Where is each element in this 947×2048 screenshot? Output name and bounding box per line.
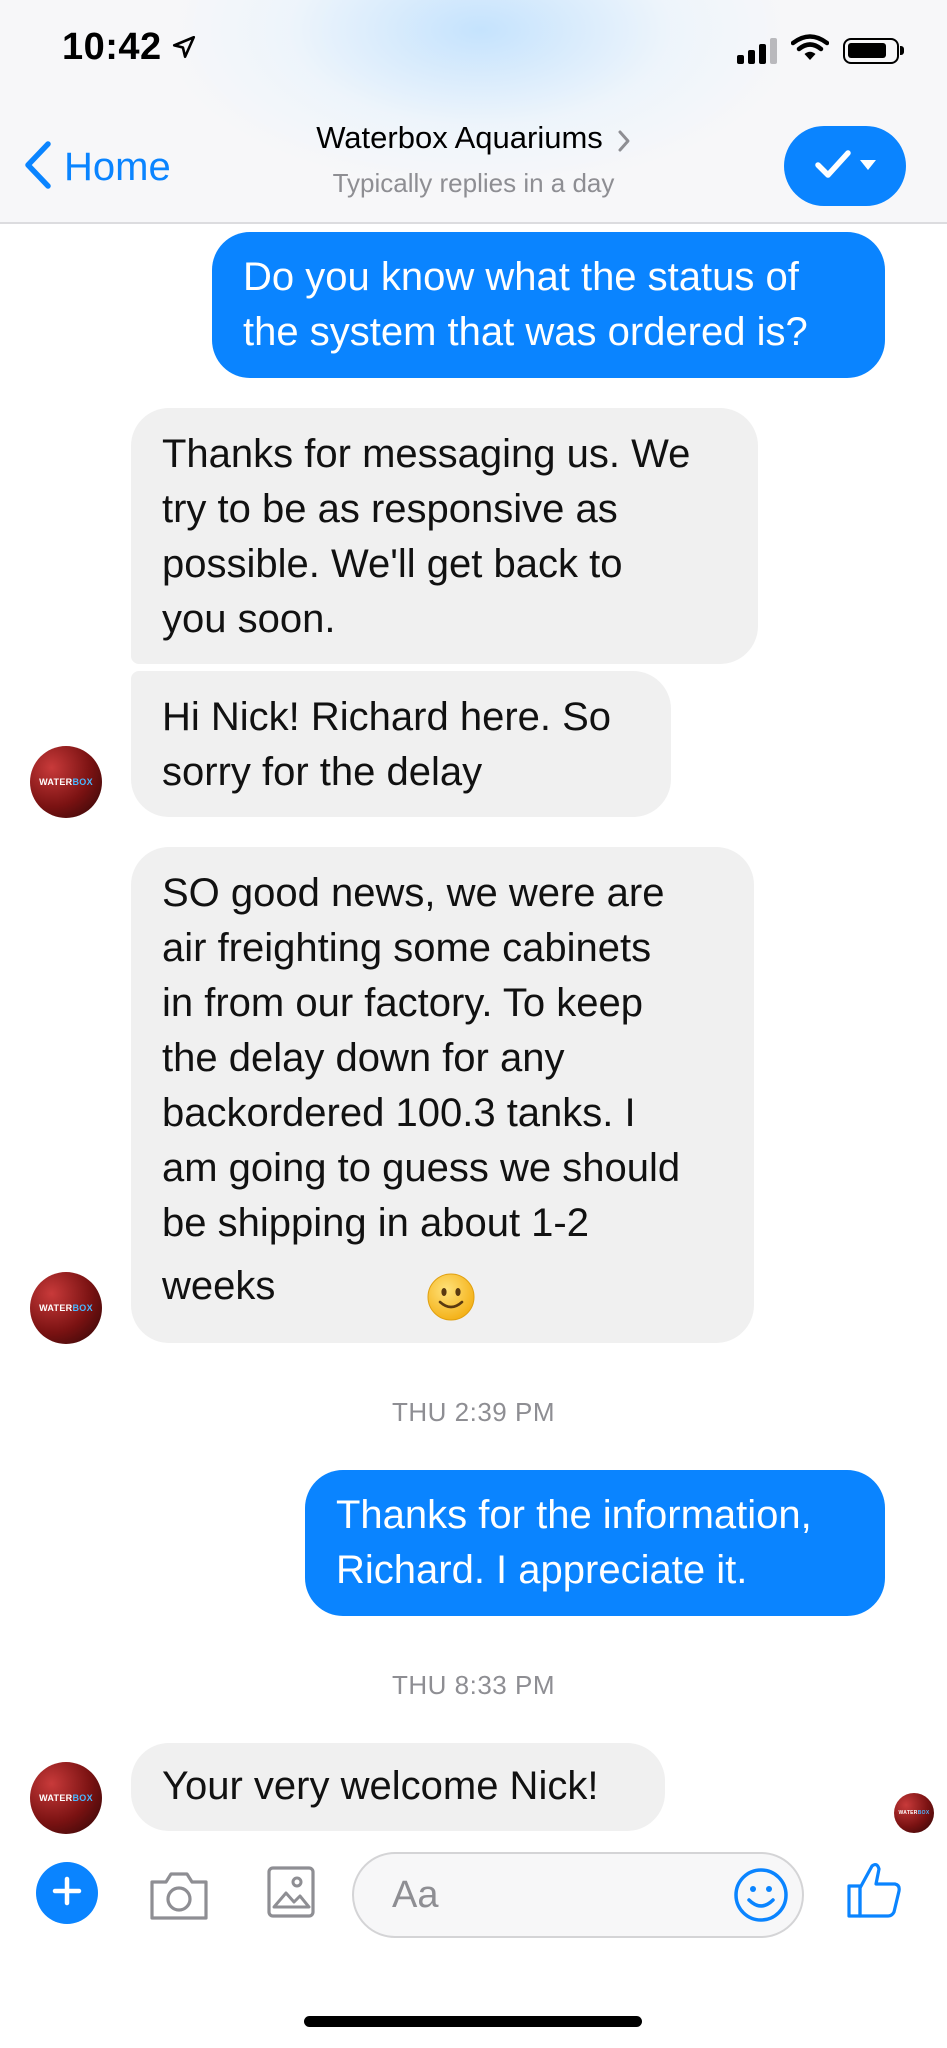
timestamp: THU 2:39 PM <box>392 1397 555 1427</box>
avatar-logo: WATERBOX <box>39 1793 93 1803</box>
avatar[interactable]: WATERBOX <box>30 746 102 818</box>
message-outgoing[interactable]: Thanks for the information, Richard. I a… <box>305 1470 885 1616</box>
message-text: weeks <box>162 1264 276 1308</box>
camera-icon[interactable] <box>148 1868 210 1927</box>
wifi-icon <box>790 34 830 67</box>
message-line: air freighting some cabinets <box>162 926 652 970</box>
message-line: the system that was ordered is? <box>243 310 808 354</box>
thumbs-up-icon[interactable] <box>845 1860 903 1925</box>
message-incoming[interactable]: Your very welcome Nick! <box>131 1743 665 1831</box>
mark-done-button[interactable] <box>784 126 906 206</box>
message-input[interactable]: Aa <box>352 1852 804 1938</box>
input-placeholder: Aa <box>392 1874 439 1916</box>
message-line: be shipping in about 1-2 <box>162 1201 589 1245</box>
emoji-icon[interactable] <box>732 1866 790 1929</box>
timestamp: THU 8:33 PM <box>392 1670 555 1700</box>
message-line: weeks 🙂 <box>162 1259 723 1330</box>
message-line: Your very welcome Nick! <box>162 1764 599 1808</box>
avatar[interactable]: WATERBOX <box>30 1272 102 1344</box>
add-button[interactable] <box>36 1862 98 1924</box>
message-line: you soon. <box>162 597 336 641</box>
message-line: Hi Nick! Richard here. So <box>162 695 612 739</box>
message-line: am going to guess we should <box>162 1146 681 1190</box>
gallery-icon[interactable] <box>266 1865 316 1924</box>
read-receipt-avatar: WATERBOX <box>894 1793 934 1833</box>
status-time: 10:42 <box>62 26 162 68</box>
chevron-right-icon <box>617 129 631 158</box>
avatar-logo: WATERBOX <box>39 1303 93 1313</box>
location-arrow-icon <box>171 34 197 65</box>
message-incoming[interactable]: Thanks for messaging us. We try to be as… <box>131 408 758 664</box>
avatar-logo: WATERBOX <box>39 777 93 787</box>
message-outgoing[interactable]: Do you know what the status of the syste… <box>212 232 885 378</box>
page-title: Waterbox Aquariums <box>316 120 603 155</box>
composer-bar: Aa <box>0 1830 947 1970</box>
status-icons <box>737 34 904 67</box>
message-line: possible. We'll get back to <box>162 542 623 586</box>
cellular-signal-icon <box>737 37 777 64</box>
message-line: Thanks for the information, <box>336 1493 812 1537</box>
message-incoming[interactable]: Hi Nick! Richard here. So sorry for the … <box>131 671 671 817</box>
message-line: in from our factory. To keep <box>162 981 643 1025</box>
top-bar: 10:42 Home Waterbox Aquariums Typically … <box>0 0 947 224</box>
message-line: Richard. I appreciate it. <box>336 1548 748 1592</box>
caret-down-icon <box>860 157 876 175</box>
home-indicator[interactable] <box>304 2016 642 2027</box>
smiley-emoji-icon: 🙂 <box>295 1280 345 1330</box>
battery-icon <box>843 37 904 64</box>
smiley-emoji-graphic <box>427 1273 475 1321</box>
plus-icon <box>52 1876 82 1911</box>
message-line: try to be as responsive as <box>162 487 618 531</box>
message-line: sorry for the delay <box>162 750 483 794</box>
message-line: Do you know what the status of <box>243 255 799 299</box>
avatar[interactable]: WATERBOX <box>30 1762 102 1834</box>
message-incoming[interactable]: SO good news, we were are air freighting… <box>131 847 754 1343</box>
message-line: the delay down for any <box>162 1036 565 1080</box>
checkmark-icon <box>814 149 852 184</box>
message-line: Thanks for messaging us. We <box>162 432 691 476</box>
message-line: SO good news, we were are <box>162 871 665 915</box>
message-line: backordered 100.3 tanks. I <box>162 1091 636 1135</box>
